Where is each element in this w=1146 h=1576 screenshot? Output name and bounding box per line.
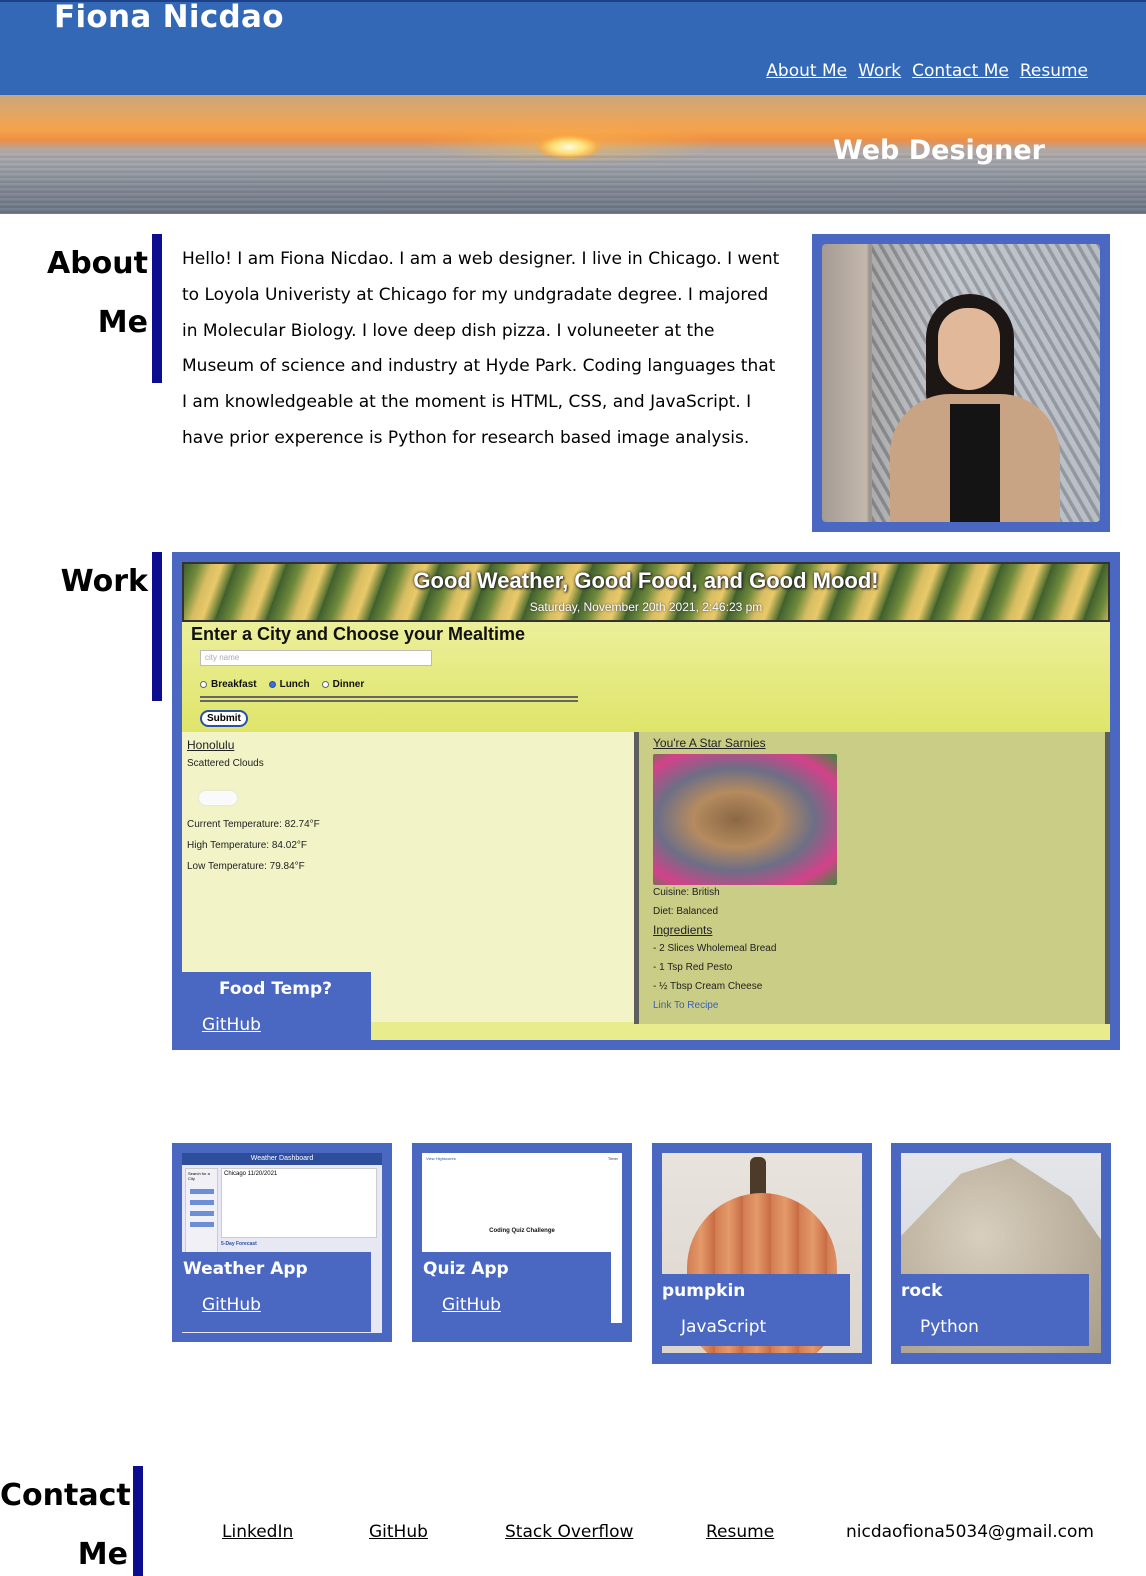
screenshot-radio-dinner: Dinner [321,679,365,690]
about-heading: About Me [40,234,148,352]
radio-dot [321,681,329,688]
quiz-screenshot-timer: Timer [607,1156,618,1161]
screenshot-form-title: Enter a City and Choose your Mealtime [191,624,526,644]
screenshot-food-image [653,754,837,885]
screenshot-submit-button: Submit [200,710,248,727]
screenshot-ingredient: - 1 Tsp Red Pesto [653,962,733,973]
work-heading-bar [152,552,162,701]
weather-screenshot-forecast: 5-Day Forecast [221,1241,257,1247]
featured-project-github-link[interactable]: GitHub [202,1015,261,1035]
contact-heading: Contact Me [0,1466,131,1576]
screenshot-diet: Diet: Balanced [653,906,719,917]
site-title: Fiona Nicdao [54,0,284,35]
screenshot-banner: Good Weather, Good Food, and Good Mood! … [182,562,1110,622]
rock-language: Python [920,1317,979,1337]
screenshot-banner-title: Good Weather, Good Food, and Good Mood! [413,568,879,593]
quiz-screenshot-highscores: View Highscores [426,1156,456,1161]
work-heading: Work [60,564,148,599]
weather-screenshot-main: Chicago 11/20/2021 [221,1168,377,1238]
profile-photo [822,244,1100,522]
hero-banner: Web Designer [0,95,1146,214]
quiz-app-title: Quiz App [423,1259,509,1279]
screenshot-ingredient: - 2 Slices Wholemeal Bread [653,943,777,954]
weather-app-title: Weather App [183,1259,308,1279]
screenshot-divider [200,696,578,702]
radio-dot [200,681,207,688]
about-text: Hello! I am Fiona Nicdao. I am a web des… [182,249,780,448]
screenshot-radio-lunch: Lunch [268,679,310,690]
nav-resume[interactable]: Resume [1020,61,1088,81]
cloud-icon [199,791,237,805]
nav-contact-me[interactable]: Contact Me [912,61,1009,81]
screenshot-recipe-link: Link To Recipe [653,1000,719,1011]
radio-label: Breakfast [211,679,257,690]
screenshot-high-temp: High Temperature: 84.02°F [187,840,307,851]
contact-linkedin-link[interactable]: LinkedIn [222,1522,293,1542]
weather-app-label: Weather App GitHub [172,1252,371,1332]
screenshot-radio-breakfast: Breakfast [200,679,257,690]
featured-project-title: Food Temp? [219,979,332,999]
screenshot-ingredients-heading: Ingredients [653,923,713,937]
about-heading-line2: Me [97,305,148,340]
screenshot-city-input: city name [200,650,432,666]
contact-heading-line1: Contact [0,1478,131,1513]
hero-subtitle: Web Designer [832,135,1045,166]
screenshot-cuisine: Cuisine: British [653,887,720,898]
main-nav: About Me Work Contact Me Resume [766,61,1088,81]
photo-person-face [938,308,1000,390]
profile-photo-frame [812,234,1110,532]
contact-heading-bar [133,1466,143,1576]
contact-heading-line2: Me [77,1537,128,1572]
screenshot-ingredient: - ½ Tbsp Cream Cheese [653,981,763,992]
weather-screenshot-title: Weather Dashboard [182,1153,382,1165]
nav-about-me[interactable]: About Me [766,61,847,81]
weather-screenshot-button [189,1222,214,1227]
featured-project-label: Food Temp? GitHub [172,972,371,1050]
screenshot-mealtime-radios: Breakfast Lunch Dinner [200,679,364,690]
contact-stackoverflow-link[interactable]: Stack Overflow [505,1522,633,1542]
radio-dot-selected [268,681,276,688]
radio-label: Dinner [332,679,365,690]
rock-title: rock [901,1281,943,1301]
screenshot-form: Enter a City and Choose your Mealtime ci… [182,622,1110,732]
weather-screenshot-side-title: Search for a City [188,1171,210,1181]
quiz-app-label: Quiz App GitHub [412,1252,611,1324]
quiz-screenshot-title: Coding Quiz Challenge [489,1228,555,1234]
weather-app-github-link[interactable]: GitHub [202,1295,261,1315]
pumpkin-language: JavaScript [681,1317,767,1337]
contact-email: nicdaofiona5034@gmail.com [846,1522,1094,1542]
screenshot-city: Honolulu [187,738,235,752]
radio-label: Lunch [279,679,310,690]
photo-person-shirt [950,404,1000,522]
weather-screenshot-button [189,1211,214,1216]
screenshot-recipe-name: You're A Star Sarnies [653,736,766,750]
quiz-app-github-link[interactable]: GitHub [442,1295,501,1315]
screenshot-conditions: Scattered Clouds [187,758,264,769]
rock-label: rock Python [891,1274,1089,1346]
featured-project-screenshot: Good Weather, Good Food, and Good Mood! … [182,562,1110,1040]
pumpkin-title: pumpkin [662,1281,746,1301]
screenshot-low-temp: Low Temperature: 79.84°F [187,861,305,872]
contact-resume-link[interactable]: Resume [706,1522,774,1542]
screenshot-recipe-panel: You're A Star Sarnies Cuisine: British D… [634,732,1110,1024]
contact-github-link[interactable]: GitHub [369,1522,428,1542]
site-header: Fiona Nicdao About Me Work Contact Me Re… [0,0,1146,95]
about-heading-bar [152,234,162,383]
screenshot-banner-date: Saturday, November 20th 2021, 2:46:23 pm [529,600,763,614]
about-heading-line1: About [46,246,148,281]
screenshot-current-temp: Current Temperature: 82.74°F [187,819,320,830]
weather-screenshot-button [189,1189,214,1194]
pumpkin-label: pumpkin JavaScript [652,1274,850,1346]
nav-work[interactable]: Work [858,61,901,81]
weather-screenshot-button [189,1200,214,1205]
